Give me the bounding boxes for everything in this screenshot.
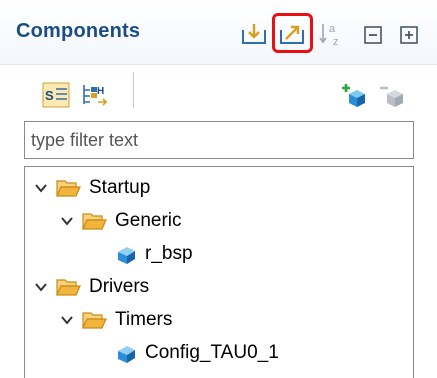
- tree-node-timers[interactable]: Timers: [59, 306, 172, 334]
- tree-node-label: Startup: [89, 177, 151, 198]
- import-icon: [242, 24, 266, 44]
- sort-alpha-icon: a z: [319, 23, 339, 48]
- chevron-down-icon[interactable]: [59, 312, 75, 328]
- folder-open-icon: [56, 279, 81, 296]
- add-component-icon: [342, 84, 365, 107]
- filter-input[interactable]: [24, 121, 414, 159]
- collapse-all-icon: [364, 26, 382, 44]
- chevron-down-icon[interactable]: [33, 180, 49, 196]
- tree-node-label: Generic: [115, 210, 182, 231]
- tree-node-label: Timers: [115, 309, 173, 330]
- hierarchy-view-icon: H: [83, 85, 108, 106]
- chevron-down-icon[interactable]: [33, 279, 49, 295]
- highlight-box: [272, 13, 313, 53]
- toolbar-separator: [133, 72, 134, 108]
- folder-open-icon: [82, 312, 107, 329]
- tree-node-generic[interactable]: Generic: [59, 207, 182, 235]
- import-button[interactable]: [240, 20, 268, 48]
- tree-node-label: Config_TAU0_1: [145, 342, 279, 363]
- collapse-all-button[interactable]: [360, 20, 388, 48]
- sort-button[interactable]: a z: [318, 20, 346, 48]
- folder-open-icon: [82, 213, 107, 230]
- svg-text:H: H: [97, 86, 104, 97]
- tree-node-r-bsp[interactable]: r_bsp: [115, 240, 193, 268]
- panel-header: Components a z: [0, 0, 437, 65]
- tree-node-drivers[interactable]: Drivers: [33, 273, 149, 301]
- tree-node-label: r_bsp: [145, 243, 193, 264]
- folder-open-icon: [56, 180, 81, 197]
- svg-text:a: a: [329, 23, 336, 35]
- expand-all-button[interactable]: [396, 20, 424, 48]
- svg-text:z: z: [333, 36, 339, 48]
- add-component-button[interactable]: [340, 82, 368, 108]
- panel-title: Components: [16, 20, 141, 42]
- svg-text:S: S: [45, 88, 54, 103]
- component-cube-icon: [118, 247, 135, 264]
- remove-component-icon: [380, 86, 403, 107]
- expand-all-icon: [400, 26, 418, 44]
- category-view-icon: S: [42, 82, 70, 108]
- component-cube-icon: [118, 346, 135, 363]
- tree-node-config-tau0-1[interactable]: Config_TAU0_1: [115, 339, 279, 367]
- tree-node-label: Drivers: [89, 276, 150, 297]
- category-view-button[interactable]: S: [42, 82, 70, 108]
- tree-node-startup[interactable]: Startup: [33, 174, 150, 202]
- remove-component-button[interactable]: [378, 82, 406, 108]
- component-tree: Startup Generic r_bsp Drivers Timers Con…: [24, 166, 414, 378]
- hierarchy-view-button[interactable]: H: [80, 82, 108, 108]
- chevron-down-icon[interactable]: [59, 213, 75, 229]
